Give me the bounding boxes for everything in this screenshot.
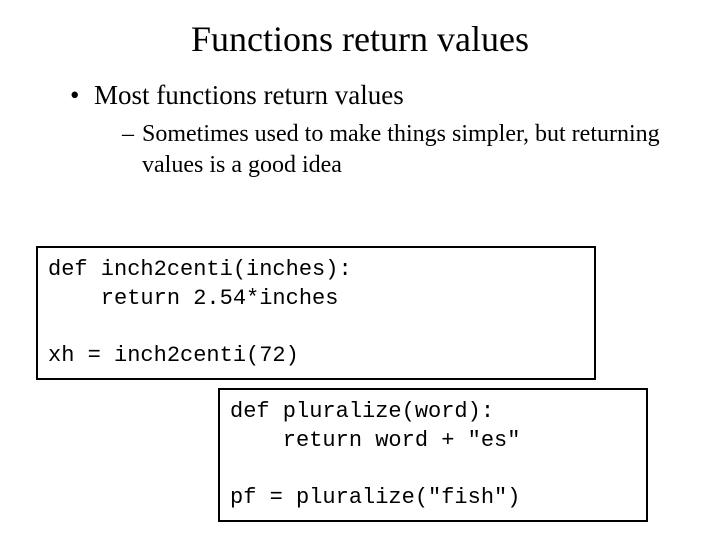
- code-block-pluralize: def pluralize(word): return word + "es" …: [218, 388, 648, 522]
- bullet-text: Most functions return values: [94, 80, 404, 110]
- code-block-inch2centi: def inch2centi(inches): return 2.54*inch…: [36, 246, 596, 380]
- bullet-list: Most functions return values Sometimes u…: [70, 78, 720, 181]
- sub-list: Sometimes used to make things simpler, b…: [122, 119, 720, 181]
- sub-bullet-text: Sometimes used to make things simpler, b…: [142, 121, 660, 178]
- bullet-item: Most functions return values Sometimes u…: [70, 78, 720, 181]
- slide-title: Functions return values: [0, 18, 720, 60]
- sub-bullet-item: Sometimes used to make things simpler, b…: [122, 119, 662, 181]
